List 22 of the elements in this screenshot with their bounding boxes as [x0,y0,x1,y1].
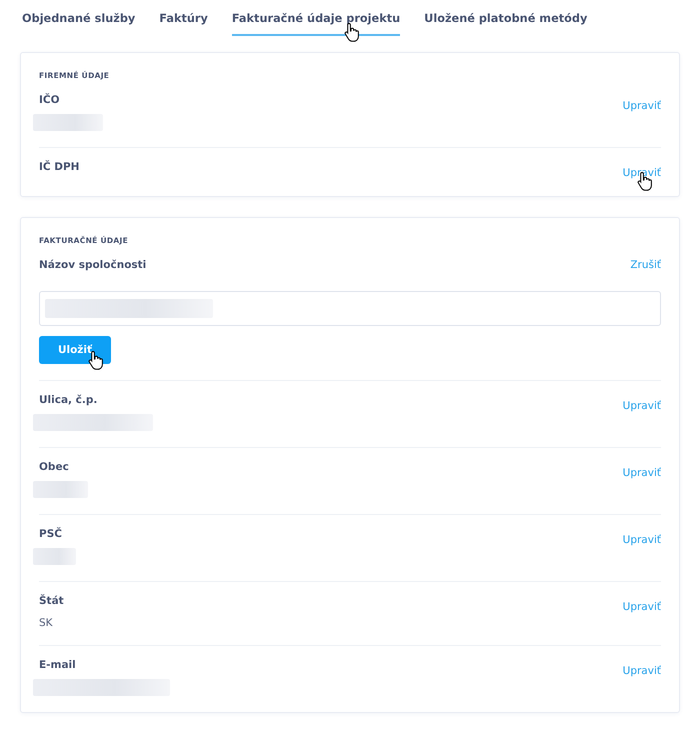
field-label: IČO [39,94,60,106]
field-label: PSČ [39,528,62,540]
field-label: Ulica, č.p. [39,394,98,406]
tab[interactable]: Uložené platobné metódy [424,10,588,36]
edit-link[interactable]: Upraviť [622,534,661,546]
edit-link[interactable]: Upraviť [622,665,661,677]
edit-link[interactable]: Upraviť [622,167,661,179]
field-label: IČ DPH [39,161,80,173]
cancel-link[interactable]: Zrušiť [630,259,661,271]
field-value: SK [39,617,54,629]
field-label: Štát [39,595,64,607]
edit-link[interactable]: Upraviť [622,400,661,412]
field-label: Obec [39,461,69,473]
field-label: Názov spoločnosti [39,259,146,271]
tab[interactable]: Fakturačné údaje projektu [232,10,400,36]
edit-link[interactable]: Upraviť [622,601,661,613]
tab[interactable]: Objednané služby [22,10,136,36]
tab[interactable]: Faktúry [159,10,208,36]
edit-link[interactable]: Upraviť [622,100,661,112]
edit-link[interactable]: Upraviť [622,467,661,479]
input-field[interactable] [39,291,661,326]
field-label: E-mail [39,659,76,671]
